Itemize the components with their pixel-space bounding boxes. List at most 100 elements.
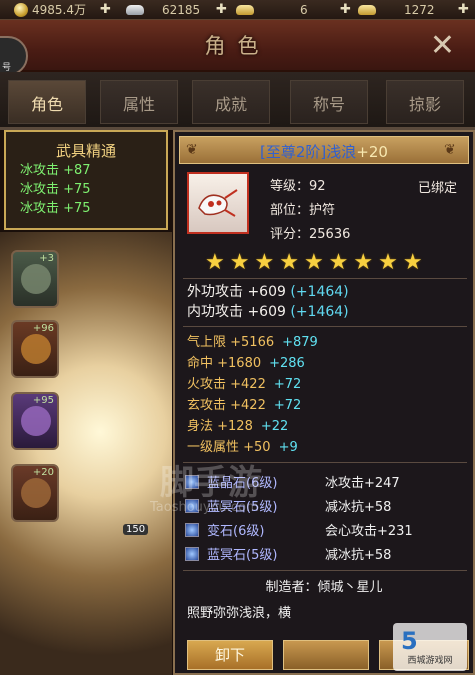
attribute-bonus: +72: [273, 398, 302, 413]
star-icon: ★: [205, 250, 225, 275]
star-icon: ★: [229, 250, 250, 275]
close-icon[interactable]: ✕: [430, 28, 455, 63]
gem-row: 蓝冥石(5级) 减冰抗+58: [185, 544, 391, 563]
main-stat-label: 外功攻击 +609: [187, 284, 286, 300]
attribute-row: 一级属性 +50 +9: [187, 436, 298, 455]
item-name: [至尊2阶]浅浪+20: [260, 141, 388, 162]
attribute-row: 玄攻击 +422 +72: [187, 394, 301, 413]
slot-level: +20: [32, 467, 54, 478]
item-score: 评分：25636: [270, 227, 351, 242]
weapon-mastery-panel: 武具精通 冰攻击 +87 冰攻击 +75 冰攻击 +75: [4, 130, 168, 230]
equipment-slot[interactable]: +3: [11, 250, 59, 308]
maker-label: 制造者：倾城丶星儿: [265, 580, 383, 595]
character-level-badge: 150: [123, 524, 149, 535]
gem-effect: 减冰抗+58: [325, 548, 392, 563]
item-title: 浅浪: [326, 143, 357, 161]
window-header: 号 角色 ✕: [0, 20, 475, 76]
weapon-icon: [21, 478, 51, 508]
charm-icon: [198, 189, 238, 217]
divider: [183, 326, 467, 327]
silver-value: 62185: [162, 2, 201, 17]
star-icon: ★: [402, 250, 423, 275]
page-title: 角色: [204, 34, 271, 58]
attribute-bonus: +22: [260, 419, 289, 434]
attribute-label: 身法 +128: [187, 419, 253, 434]
equipment-slot[interactable]: +95: [11, 392, 59, 450]
add-silver-icon[interactable]: ✚: [216, 0, 227, 20]
ingot-icon: [358, 4, 376, 15]
boots-icon: [21, 406, 51, 436]
mastery-line: 冰攻击 +75: [20, 201, 91, 216]
gem-icon: [185, 546, 199, 561]
gold-resource: 6: [236, 0, 308, 20]
tab-titles[interactable]: 称号: [290, 80, 368, 124]
divider: [183, 278, 467, 279]
star-icon: ★: [303, 250, 324, 275]
ornament-icon: ❦: [186, 142, 198, 158]
attribute-label: 火攻击 +422: [187, 377, 266, 392]
coin-icon: [14, 2, 28, 17]
item-enhance: +20: [356, 143, 388, 161]
gem-row: 变石(6级) 会心攻击+231: [185, 520, 413, 539]
star-icon: ★: [254, 250, 275, 275]
add-ingot-icon[interactable]: ✚: [458, 0, 469, 20]
item-tooltip: ❦ [至尊2阶]浅浪+20 ❦ 等级：92 部位：护符 评分：25636 已绑定…: [173, 130, 475, 675]
equipment-slot[interactable]: +96: [11, 320, 59, 378]
logo-text: 西城游戏网: [407, 656, 453, 666]
gem-effect: 会心攻击+231: [325, 524, 413, 539]
slot-level: +95: [32, 395, 54, 406]
attribute-label: 一级属性 +50: [187, 440, 271, 455]
tab-achievements[interactable]: 成就: [192, 80, 270, 124]
tab-attributes[interactable]: 属性: [100, 80, 178, 124]
watermark-subtext: Taoshouyou.com: [150, 500, 259, 515]
site-logo: 5 西城游戏网: [393, 623, 467, 671]
attribute-bonus: +72: [273, 377, 302, 392]
item-level: 等级：92: [270, 179, 326, 194]
coins-value: 4985.4万: [32, 3, 86, 17]
attribute-row: 身法 +128 +22: [187, 415, 288, 434]
ingot-value: 1272: [404, 2, 435, 17]
add-coins-icon[interactable]: ✚: [100, 0, 111, 20]
item-tier: [至尊2阶]: [260, 143, 327, 161]
helmet-icon: [21, 334, 51, 364]
item-name-bar: ❦ [至尊2阶]浅浪+20 ❦: [179, 136, 469, 164]
item-description: 照野弥弥浅浪，横: [187, 606, 292, 621]
mastery-line: 冰攻击 +75: [20, 182, 91, 197]
attribute-row: 气上限 +5166 +879: [187, 331, 318, 350]
tab-bar: 角色 属性 成就 称号 掠影: [0, 72, 475, 130]
gem-name: 蓝冥石(5级): [207, 548, 278, 563]
ingot-resource: 1272: [358, 0, 435, 20]
gem-icon: [185, 522, 199, 537]
attribute-label: 玄攻击 +422: [187, 398, 266, 413]
unequip-button[interactable]: 卸下: [187, 640, 273, 670]
gold-value: 6: [300, 2, 308, 17]
item-icon: [187, 172, 249, 234]
tab-character[interactable]: 角色: [8, 80, 86, 124]
add-gold-icon[interactable]: ✚: [340, 0, 351, 20]
star-rating: ★ ★ ★ ★ ★ ★ ★ ★ ★: [205, 252, 423, 274]
star-icon: ★: [353, 250, 374, 275]
silver-icon: [126, 4, 144, 15]
main-stat-bonus: (+1464): [290, 304, 349, 320]
attribute-label: 命中 +1680: [187, 356, 262, 371]
tab-glimpse[interactable]: 掠影: [386, 80, 464, 124]
attribute-row: 命中 +1680 +286: [187, 352, 305, 371]
slot-level: +96: [32, 323, 54, 334]
main-stat-bonus: (+1464): [290, 284, 349, 300]
attribute-row: 火攻击 +422 +72: [187, 373, 301, 392]
mastery-line: 冰攻击 +87: [20, 163, 91, 178]
slot-level: +3: [39, 253, 54, 264]
armor-icon: [21, 264, 51, 294]
ornament-icon: ❦: [444, 142, 456, 158]
gem-effect: 冰攻击+247: [325, 476, 400, 491]
attribute-bonus: +879: [282, 335, 318, 350]
main-stat-row: 内功攻击 +609 (+1464): [187, 302, 349, 322]
bound-status: 已绑定: [417, 181, 457, 196]
star-icon: ★: [279, 250, 299, 275]
equipment-slot[interactable]: +20: [11, 464, 59, 522]
main-stat-label: 内功攻击 +609: [187, 304, 286, 320]
star-icon: ★: [328, 250, 349, 275]
star-icon: ★: [378, 250, 398, 275]
divider: [183, 570, 467, 571]
action-button[interactable]: [283, 640, 369, 670]
